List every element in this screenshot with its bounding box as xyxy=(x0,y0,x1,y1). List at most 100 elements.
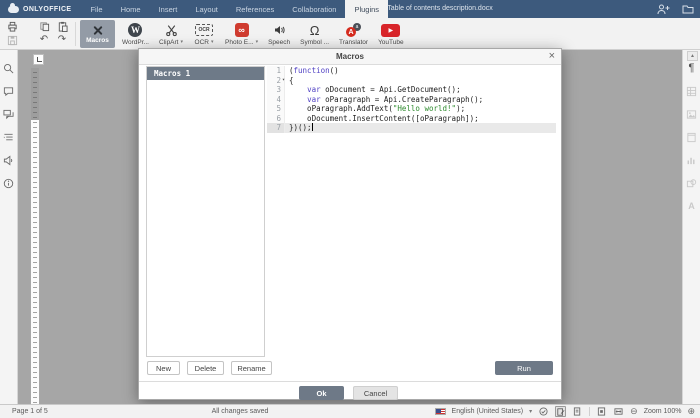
tab-home[interactable]: Home xyxy=(112,0,150,18)
feedback-icon[interactable] xyxy=(3,154,15,166)
tab-file[interactable]: File xyxy=(81,0,111,18)
plugin-ocr-button[interactable]: OCROCR▾ xyxy=(190,20,218,48)
chevron-down-icon: ▾ xyxy=(211,39,214,45)
title-bar: ONLYOFFICE FileHomeInsertLayoutReference… xyxy=(0,0,700,18)
code-text: (function() xyxy=(285,66,339,76)
new-button[interactable]: New xyxy=(147,361,180,375)
run-button[interactable]: Run xyxy=(495,361,553,375)
chevron-down-icon: ▾ xyxy=(181,39,184,45)
status-bar: Page 1 of 5 All changes saved English (U… xyxy=(0,404,700,418)
chevron-down-icon[interactable]: ▾ xyxy=(529,408,532,415)
zoom-out-button[interactable]: ⊖ xyxy=(630,406,638,417)
macros-button[interactable]: Macros xyxy=(80,20,115,48)
scroll-up-arrow[interactable]: ▲ xyxy=(687,51,698,61)
plugin-speech-button[interactable]: Speech xyxy=(265,20,293,48)
code-line[interactable]: 1(function() xyxy=(267,66,556,76)
code-text: var oParagraph = Api.CreateParagraph(); xyxy=(285,95,483,105)
comments-icon[interactable] xyxy=(3,85,15,97)
open-file-location-icon[interactable] xyxy=(682,4,694,14)
paragraph-settings-icon[interactable]: ¶ xyxy=(686,62,698,74)
macro-list[interactable]: Macros 1 xyxy=(146,66,265,357)
ok-button[interactable]: Ok xyxy=(299,386,344,400)
photo-editor-icon: ∞ xyxy=(235,23,249,38)
macro-code-editor[interactable]: 1(function()2▾{3 var oDocument = Api.Get… xyxy=(267,66,556,357)
image-settings-icon xyxy=(686,108,698,120)
line-number: 6 xyxy=(267,114,285,124)
chat-icon[interactable] xyxy=(3,108,15,120)
rename-button[interactable]: Rename xyxy=(231,361,272,375)
fit-to-width-icon[interactable] xyxy=(613,406,624,417)
fold-marker-icon[interactable]: ▾ xyxy=(282,76,285,86)
add-user-icon[interactable] xyxy=(657,4,670,15)
plugin-label: WordPr... xyxy=(122,39,149,46)
plugin-clipart-button[interactable]: ClipArt▾ xyxy=(156,20,186,48)
dialog-footer-divider xyxy=(139,381,561,382)
line-number: 3 xyxy=(267,85,285,95)
redo-icon[interactable]: ↷ xyxy=(56,34,68,46)
code-line[interactable]: 3 var oDocument = Api.GetDocument(); xyxy=(267,85,556,95)
header-actions xyxy=(657,0,694,18)
spell-checking-icon[interactable] xyxy=(538,406,549,417)
code-line[interactable]: 6 oDocument.InsertContent([oParagraph]); xyxy=(267,114,556,124)
print-icon[interactable] xyxy=(6,20,18,32)
plugin-photo-editor-button[interactable]: ∞Photo E...▾ xyxy=(222,20,261,48)
cloud-logo-icon xyxy=(8,6,19,13)
youtube-icon: ▶ xyxy=(381,23,400,38)
undo-icon[interactable]: ↶ xyxy=(38,34,50,46)
tab-selector-box[interactable] xyxy=(33,54,44,65)
zoom-level[interactable]: Zoom 100% xyxy=(644,408,682,415)
plugin-label: OCR▾ xyxy=(195,39,214,46)
navigation-icon[interactable] xyxy=(3,131,15,143)
plugin-wordpress-button[interactable]: WWordPr... xyxy=(119,20,152,48)
plugin-symbol-table-button[interactable]: ΩSymbol ... xyxy=(297,20,332,48)
document-title: Table of contents description.docx xyxy=(340,0,540,18)
macros-button-label: Macros xyxy=(86,37,109,44)
code-line[interactable]: 7})(); xyxy=(267,123,556,133)
search-icon[interactable] xyxy=(3,62,15,74)
table-settings-icon xyxy=(686,85,698,97)
plugin-translator-button[interactable]: aATranslator xyxy=(336,20,371,48)
cancel-button[interactable]: Cancel xyxy=(353,386,398,400)
code-line[interactable]: 2▾{ xyxy=(267,76,556,86)
line-number: 4 xyxy=(267,95,285,105)
macro-list-item[interactable]: Macros 1 xyxy=(147,67,264,80)
toolbar-divider xyxy=(75,22,76,46)
document-language[interactable]: English (United States) xyxy=(452,408,524,415)
review-changes-icon[interactable] xyxy=(572,406,583,417)
zoom-in-button[interactable]: ⊕ xyxy=(687,406,695,417)
save-icon[interactable] xyxy=(6,34,18,46)
delete-button[interactable]: Delete xyxy=(187,361,224,375)
plugin-label: Symbol ... xyxy=(300,39,329,46)
us-flag-icon xyxy=(435,408,446,415)
plugin-label: YouTube xyxy=(378,39,404,46)
tab-insert[interactable]: Insert xyxy=(150,0,187,18)
tab-layout[interactable]: Layout xyxy=(186,0,227,18)
status-right-controls: English (United States) ▾ ⊖ Zoom 100% ⊕ xyxy=(435,405,695,418)
code-line[interactable]: 5 oParagraph.AddText("Hello world!"); xyxy=(267,104,556,114)
page-indicator[interactable]: Page 1 of 5 xyxy=(12,405,48,418)
copy-icon[interactable] xyxy=(38,20,50,32)
about-icon[interactable] xyxy=(3,177,15,189)
tab-collaboration[interactable]: Collaboration xyxy=(283,0,345,18)
plugin-label: ClipArt▾ xyxy=(159,39,183,46)
close-icon[interactable]: × xyxy=(549,49,555,64)
vertical-ruler[interactable] xyxy=(31,68,39,404)
paste-icon[interactable] xyxy=(56,20,68,32)
clipart-icon xyxy=(165,23,178,38)
fit-to-page-icon[interactable] xyxy=(596,406,607,417)
symbol-table-icon: Ω xyxy=(310,23,320,38)
dialog-title: Macros xyxy=(139,49,561,65)
quick-access-icons: ↶ ↷ xyxy=(6,20,74,48)
track-changes-icon[interactable] xyxy=(555,406,566,417)
text-art-settings-icon: A xyxy=(686,200,698,212)
line-number: 5 xyxy=(267,104,285,114)
tab-references[interactable]: References xyxy=(227,0,283,18)
speech-icon xyxy=(273,23,286,38)
dialog-header[interactable]: Macros × xyxy=(139,49,561,65)
plugin-label: Speech xyxy=(268,39,290,46)
plugin-youtube-button[interactable]: ▶YouTube xyxy=(375,20,407,48)
text-cursor xyxy=(312,123,313,131)
shape-settings-icon xyxy=(686,177,698,189)
status-divider xyxy=(589,407,590,416)
code-line[interactable]: 4 var oParagraph = Api.CreateParagraph()… xyxy=(267,95,556,105)
